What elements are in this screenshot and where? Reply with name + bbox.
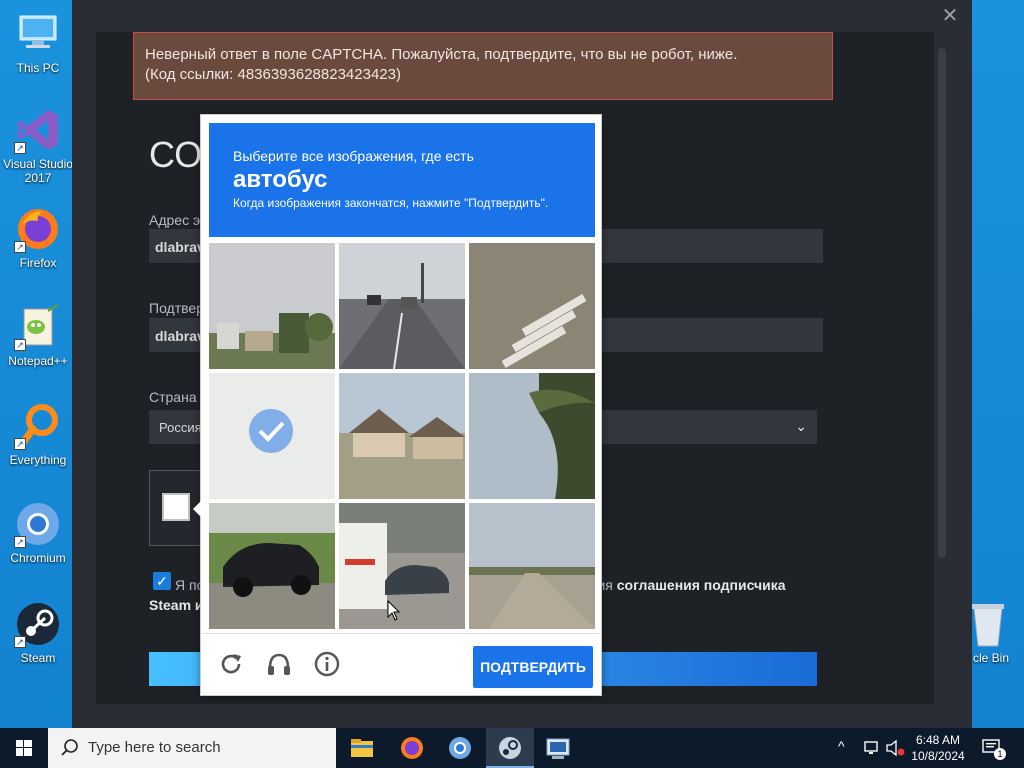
desktop-icon-this-pc[interactable]: This PC — [2, 10, 74, 75]
captcha-footer: ПОДТВЕРДИТЬ — [201, 633, 601, 697]
info-icon[interactable] — [313, 650, 341, 678]
reload-icon[interactable] — [217, 650, 245, 678]
taskbar-steam[interactable] — [486, 728, 534, 768]
shortcut-arrow-icon: ↗ — [14, 636, 26, 648]
shortcut-arrow-icon: ↗ — [14, 142, 26, 154]
shortcut-arrow-icon: ↗ — [14, 339, 26, 351]
captcha-pointer-arrow — [193, 501, 201, 517]
captcha-tile-3[interactable] — [469, 243, 595, 369]
recaptcha-checkbox[interactable] — [162, 493, 190, 521]
confirm-email-label: Подтвер — [149, 300, 204, 316]
chevron-up-icon[interactable]: ^ — [838, 738, 856, 758]
search-placeholder: Type here to search — [88, 739, 221, 756]
country-value: Россия — [159, 420, 202, 435]
window-close-button[interactable]: ✕ — [938, 4, 962, 28]
captcha-header: Выберите все изображения, где есть автоб… — [209, 123, 595, 237]
captcha-target-word: автобус — [233, 166, 328, 193]
scrollbar[interactable] — [938, 48, 946, 558]
steam-icon — [499, 737, 521, 759]
mouse-cursor-icon — [387, 599, 401, 622]
audio-headphones-icon[interactable] — [265, 650, 293, 678]
page-title: СО — [149, 134, 203, 175]
taskbar-chromium[interactable] — [436, 728, 484, 768]
everything-search-icon: ↗ — [14, 402, 62, 450]
desktop-icon-chromium[interactable]: ↗ Chromium — [2, 500, 74, 565]
taskbar-firefox[interactable] — [388, 728, 436, 768]
start-button[interactable] — [0, 728, 48, 768]
desktop-icon-visual-studio[interactable]: ↗ Visual Studio 2017 — [2, 106, 74, 185]
clock-time: 6:48 AM — [915, 733, 961, 747]
captcha-instruction: Выберите все изображения, где есть — [233, 148, 474, 164]
windows-logo-icon — [16, 740, 32, 756]
desktop-icon-label: Firefox — [19, 256, 57, 270]
steam-icon: ↗ — [14, 600, 62, 648]
firefox-icon — [401, 737, 423, 759]
shortcut-arrow-icon: ↗ — [14, 438, 26, 450]
captcha-tile-9[interactable] — [469, 503, 595, 629]
error-text-line2: (Код ссылки: 4836393628823423423) — [145, 66, 401, 83]
firefox-icon: ↗ — [14, 205, 62, 253]
notification-count-badge: 1 — [994, 748, 1006, 760]
captcha-challenge: Выберите все изображения, где есть автоб… — [193, 114, 602, 697]
shortcut-arrow-icon: ↗ — [14, 241, 26, 253]
volume-muted-icon[interactable] — [884, 738, 906, 758]
desktop-icon-notepadpp[interactable]: ↗ Notepad++ — [2, 303, 74, 368]
clock[interactable]: 6:48 AM 10/8/2024 — [905, 732, 971, 764]
agree-checkbox[interactable]: ✓ — [153, 572, 171, 590]
email-label: Адрес э — [149, 212, 201, 228]
desktop-icon-label: Steam — [20, 651, 56, 665]
network-app-icon — [546, 738, 570, 759]
recycle-bin-icon — [968, 600, 1008, 648]
captcha-tile-2[interactable] — [339, 243, 465, 369]
subscriber-agreement-link[interactable]: соглашения подписчика — [617, 577, 786, 593]
file-explorer-icon — [351, 739, 373, 757]
error-text-line1: Неверный ответ в поле CAPTCHA. Пожалуйст… — [145, 46, 738, 63]
captcha-tile-7[interactable] — [209, 503, 335, 629]
country-label: Страна — [149, 389, 197, 405]
desktop-icon-firefox[interactable]: ↗ Firefox — [2, 205, 74, 270]
desktop-icon-label: Chromium — [10, 551, 66, 565]
notepad-plus-plus-icon: ↗ — [14, 303, 62, 351]
captcha-sub-instruction: Когда изображения закончатся, нажмите "П… — [233, 196, 549, 210]
shortcut-arrow-icon: ↗ — [14, 536, 26, 548]
desktop-icon-label: Everything — [9, 453, 67, 467]
chromium-icon — [449, 737, 471, 759]
computer-icon — [14, 10, 62, 58]
verify-button[interactable]: ПОДТВЕРДИТЬ — [473, 646, 593, 688]
captcha-tile-1[interactable] — [209, 243, 335, 369]
taskbar-file-explorer[interactable] — [338, 728, 386, 768]
clock-date: 10/8/2024 — [911, 749, 965, 763]
agree-text-tail: вия соглашения подписчика — [590, 577, 786, 593]
desktop-icon-everything[interactable]: ↗ Everything — [2, 402, 74, 467]
taskbar: Type here to search ^ 6:48 AM 10/8/2024 … — [0, 728, 1024, 768]
chevron-down-icon: ⌄ — [795, 418, 807, 434]
desktop-icon-label: Notepad++ — [8, 354, 68, 368]
captcha-tile-5[interactable] — [339, 373, 465, 499]
desktop-icon-label: Visual Studio 2017 — [3, 157, 73, 185]
agree-text-line2: Steam и — [149, 597, 204, 613]
search-icon — [61, 739, 78, 756]
captcha-image-grid — [209, 243, 595, 629]
desktop-icon-label: This PC — [16, 61, 60, 75]
notification-center-button[interactable]: 1 — [980, 736, 1006, 760]
captcha-tile-4-selected[interactable] — [209, 373, 335, 499]
search-input[interactable]: Type here to search — [48, 728, 336, 768]
chromium-icon: ↗ — [14, 500, 62, 548]
taskbar-network-app[interactable] — [534, 728, 582, 768]
network-icon[interactable] — [862, 738, 882, 758]
visual-studio-icon: ↗ — [14, 106, 62, 154]
captcha-error-message: Неверный ответ в поле CAPTCHA. Пожалуйст… — [133, 32, 833, 100]
desktop-icon-steam[interactable]: ↗ Steam — [2, 600, 74, 665]
captcha-tile-8[interactable] — [339, 503, 465, 629]
captcha-tile-6[interactable] — [469, 373, 595, 499]
